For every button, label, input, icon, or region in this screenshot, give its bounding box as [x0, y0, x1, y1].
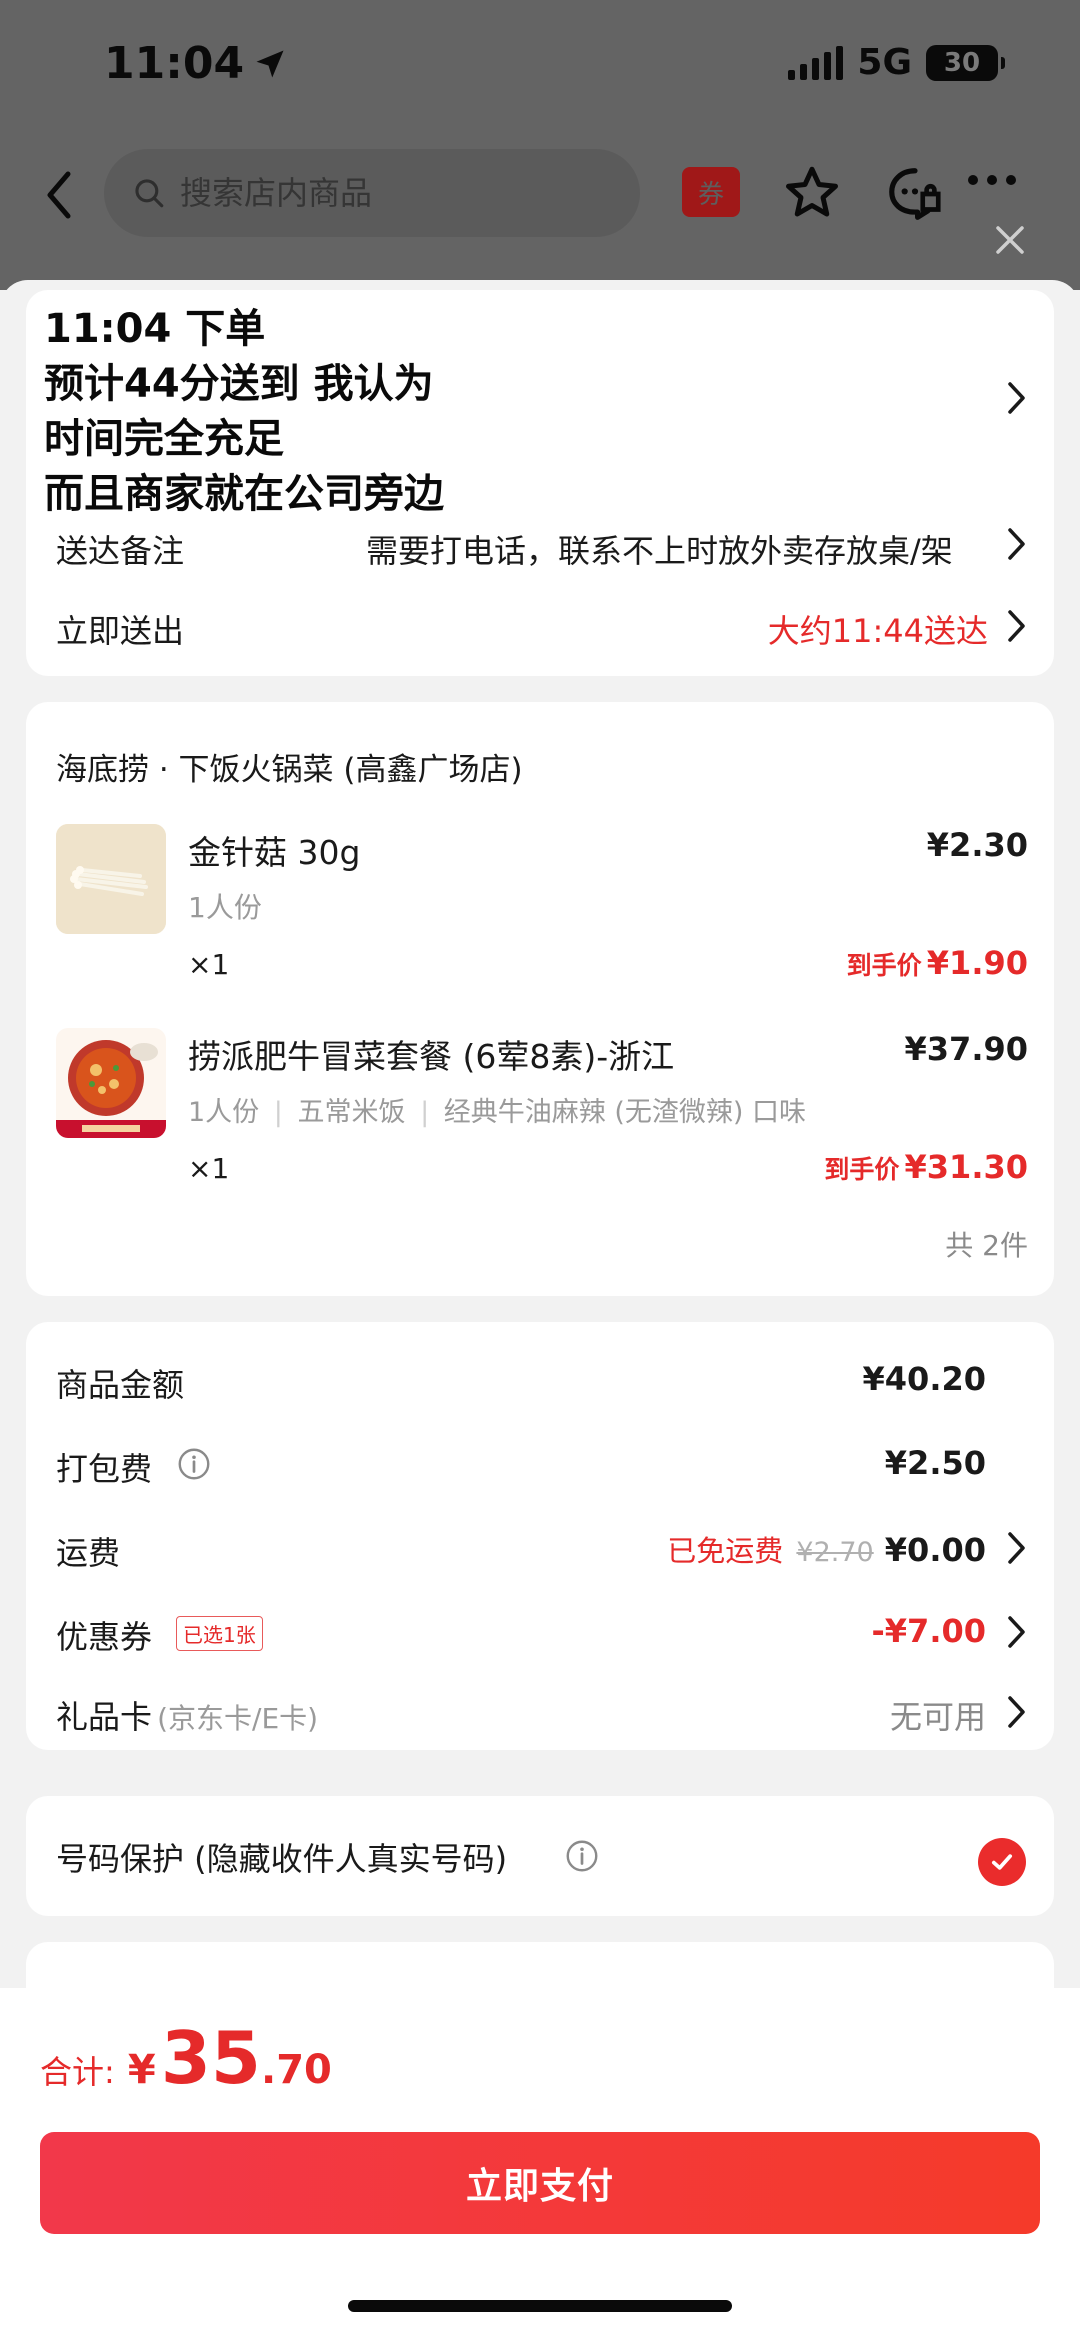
- item-qty: ×1: [188, 1152, 230, 1185]
- item-name: 金针菇 30g: [188, 833, 361, 872]
- packing-fee-label: 打包费: [56, 1450, 153, 1488]
- delivery-note-row[interactable]: 送达备注 需要打电话，联系不上时放外卖存放桌/架: [56, 526, 1046, 582]
- overlay-caption: 11:04 下单 预计44分送到 我认为 时间完全充足 而且商家就在公司旁边: [44, 302, 444, 522]
- number-protection-card: 号码保护 (隐藏收件人真实号码): [26, 1796, 1054, 1916]
- checkmark-icon: [991, 1854, 1013, 1870]
- caption-line: 预计44分送到 我认为: [44, 361, 434, 407]
- final-price-label: 到手价: [846, 951, 922, 980]
- caption-line: 时间完全充足: [44, 416, 284, 462]
- item-total-count: 共 2件: [945, 1229, 1028, 1262]
- gift-card-row[interactable]: 礼品卡 (京东卡/E卡): [56, 1692, 318, 1738]
- clock: 11:04: [104, 38, 245, 89]
- battery-level: 30: [943, 47, 981, 78]
- item-final-price: 到手价 ¥1.90: [726, 944, 1028, 982]
- item-price: ¥2.30: [926, 826, 1028, 864]
- gift-card-label: 礼品卡: [56, 1698, 153, 1736]
- customer-service-button[interactable]: [884, 163, 946, 229]
- item-spec-rice: 五常米饭: [297, 1097, 406, 1128]
- coupon-icon-label: 券: [697, 179, 724, 210]
- goods-amount-value: ¥40.20: [862, 1360, 986, 1398]
- order-items-card: 海底捞 · 下饭火锅菜 (高鑫广场店) 金针菇 30g ¥2.30 1人份 ×1…: [26, 702, 1054, 1296]
- delivery-note-value: 需要打电话，联系不上时放外卖存放桌/架: [366, 532, 953, 570]
- location-arrow-icon: [256, 50, 284, 77]
- shipping-fee-detail[interactable]: 已免运费 ¥2.70 ¥0.00: [586, 1528, 986, 1570]
- number-protection-checkbox[interactable]: [978, 1838, 1026, 1886]
- coupon-selected-badge: 已选1张: [176, 1616, 263, 1651]
- caption-line: 而且商家就在公司旁边: [44, 471, 444, 517]
- packing-fee-value: ¥2.50: [884, 1444, 986, 1482]
- signal-icon: [788, 45, 844, 80]
- search-icon: [135, 179, 164, 208]
- status-indicators: 5G 30: [788, 42, 1005, 83]
- network-type: 5G: [857, 42, 912, 83]
- delivery-note-label: 送达备注: [56, 532, 185, 570]
- store-name: 海底捞 · 下饭火锅菜 (高鑫广场店): [56, 752, 523, 788]
- shipping-fee-value: ¥0.00: [884, 1531, 986, 1569]
- enoki-mushroom-image: [56, 824, 166, 934]
- chevron-right-icon[interactable]: [1006, 526, 1028, 562]
- beef-maocai-image: [56, 1028, 166, 1138]
- item-name: 捞派肥牛冒菜套餐 (6荤8素)-浙江: [188, 1037, 675, 1076]
- caption-line: 11:04 下单: [44, 306, 266, 352]
- chat-bubble-icon: [889, 168, 941, 220]
- close-icon: [996, 226, 1024, 254]
- number-protection-label: 号码保护 (隐藏收件人真实号码): [56, 1840, 508, 1878]
- status-time: 11:04: [104, 38, 288, 89]
- total-amount: 合计: ¥ 35.70: [40, 2016, 332, 2100]
- total-decimal: .70: [261, 2047, 332, 2093]
- item-spec-list: 1人份 | 五常米饭 | 经典牛油麻辣 (无渣微辣) 口味: [188, 1090, 806, 1129]
- coupon-label: 优惠券: [56, 1618, 153, 1656]
- battery-icon: 30: [926, 44, 1005, 81]
- spec-divider: |: [273, 1097, 283, 1128]
- total-currency: ¥: [127, 2047, 156, 2093]
- coupon-button[interactable]: 券: [682, 167, 740, 217]
- more-options-button[interactable]: [968, 175, 1016, 185]
- shipping-fee-label: 运费: [56, 1534, 121, 1572]
- chevron-right-icon[interactable]: [1006, 608, 1028, 644]
- info-icon[interactable]: [564, 1838, 600, 1874]
- status-bar: 11:04 5G 30: [0, 0, 1080, 130]
- search-input[interactable]: [180, 174, 600, 212]
- chevron-right-icon[interactable]: [1006, 380, 1028, 416]
- fees-card: 商品金额 ¥40.20 打包费 ¥2.50 运费 已免运费 ¥2.70 ¥0.0…: [26, 1322, 1054, 1750]
- gift-card-value[interactable]: 无可用: [786, 1692, 986, 1738]
- final-price-value: ¥31.30: [904, 1148, 1028, 1186]
- final-price-value: ¥1.90: [926, 944, 1028, 982]
- star-icon: [786, 166, 838, 217]
- store-search-box[interactable]: [104, 149, 640, 237]
- favorite-button[interactable]: [782, 163, 842, 227]
- item-qty: ×1: [188, 948, 230, 981]
- item-spec-flavor: 经典牛油麻辣 (无渣微辣) 口味: [443, 1097, 807, 1128]
- free-shipping-tag: 已免运费: [667, 1534, 784, 1568]
- delivery-time-value[interactable]: 大约11:44送达: [716, 606, 988, 652]
- final-price-label: 到手价: [824, 1155, 900, 1184]
- gift-card-sub: (京东卡/E卡): [157, 1702, 319, 1735]
- store-nav-bar: 券: [0, 145, 1080, 245]
- goods-amount-label: 商品金额: [56, 1366, 185, 1404]
- coupon-discount-value[interactable]: -¥7.00: [786, 1612, 987, 1650]
- info-icon[interactable]: [176, 1446, 212, 1482]
- chevron-right-icon[interactable]: [1006, 1694, 1028, 1730]
- payment-bar: 合计: ¥ 35.70 立即支付: [0, 1988, 1080, 2336]
- item-final-price: 到手价 ¥31.30: [726, 1148, 1028, 1186]
- chevron-right-icon[interactable]: [1006, 1530, 1028, 1566]
- close-sheet-button[interactable]: [990, 220, 1030, 260]
- pay-now-button[interactable]: 立即支付: [40, 2132, 1040, 2234]
- delivery-time-label[interactable]: 立即送出: [56, 606, 184, 652]
- item-price: ¥37.90: [904, 1030, 1028, 1068]
- item-spec: 1人份: [188, 1097, 260, 1128]
- chevron-left-icon: [47, 171, 71, 219]
- home-indicator: [348, 2300, 732, 2312]
- spec-divider: |: [420, 1097, 430, 1128]
- item-spec: 1人份: [188, 891, 262, 924]
- total-label: 合计:: [40, 2053, 115, 2091]
- original-shipping-fee: ¥2.70: [796, 1537, 874, 1568]
- back-button[interactable]: [34, 165, 84, 225]
- chevron-right-icon[interactable]: [1006, 1614, 1028, 1650]
- total-integer: 35: [160, 2016, 262, 2100]
